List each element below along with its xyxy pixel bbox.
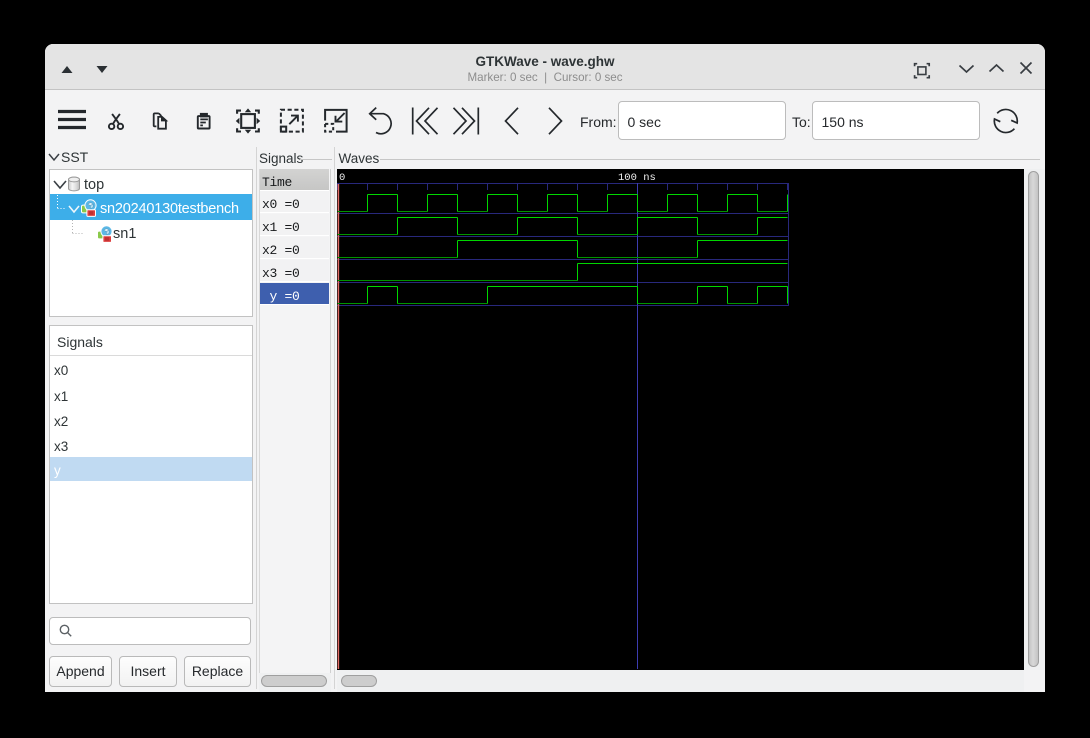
svg-text:0: 0 [339,172,345,184]
svg-text:100 ns: 100 ns [618,172,656,184]
